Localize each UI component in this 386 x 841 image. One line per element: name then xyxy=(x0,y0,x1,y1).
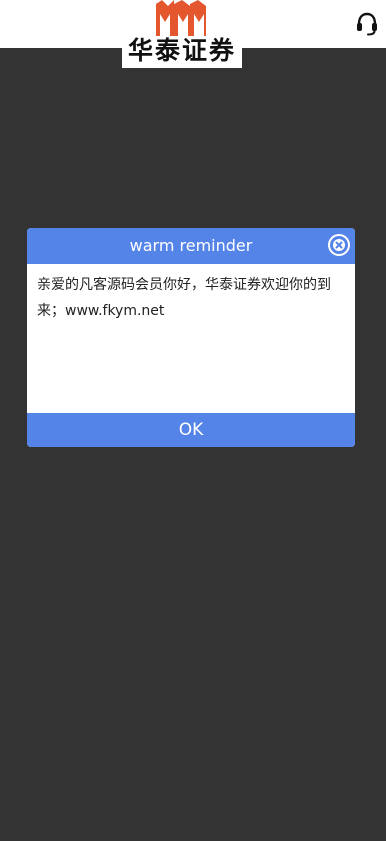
dialog-header: warm reminder xyxy=(27,228,355,264)
brand-logo: 华泰证券 xyxy=(122,0,242,68)
close-icon[interactable] xyxy=(327,233,351,257)
logo-mark xyxy=(156,0,206,36)
logo-text: 华泰证券 xyxy=(127,36,236,65)
ok-button[interactable]: OK xyxy=(27,413,355,447)
dialog-message: 亲爱的凡客源码会员你好，华泰证券欢迎你的到来；www.fkym.net xyxy=(37,277,331,319)
headset-icon[interactable] xyxy=(354,10,380,36)
reminder-dialog: warm reminder 亲爱的凡客源码会员你好，华泰证券欢迎你的到来；www… xyxy=(27,228,355,447)
dialog-title: warm reminder xyxy=(129,236,253,255)
